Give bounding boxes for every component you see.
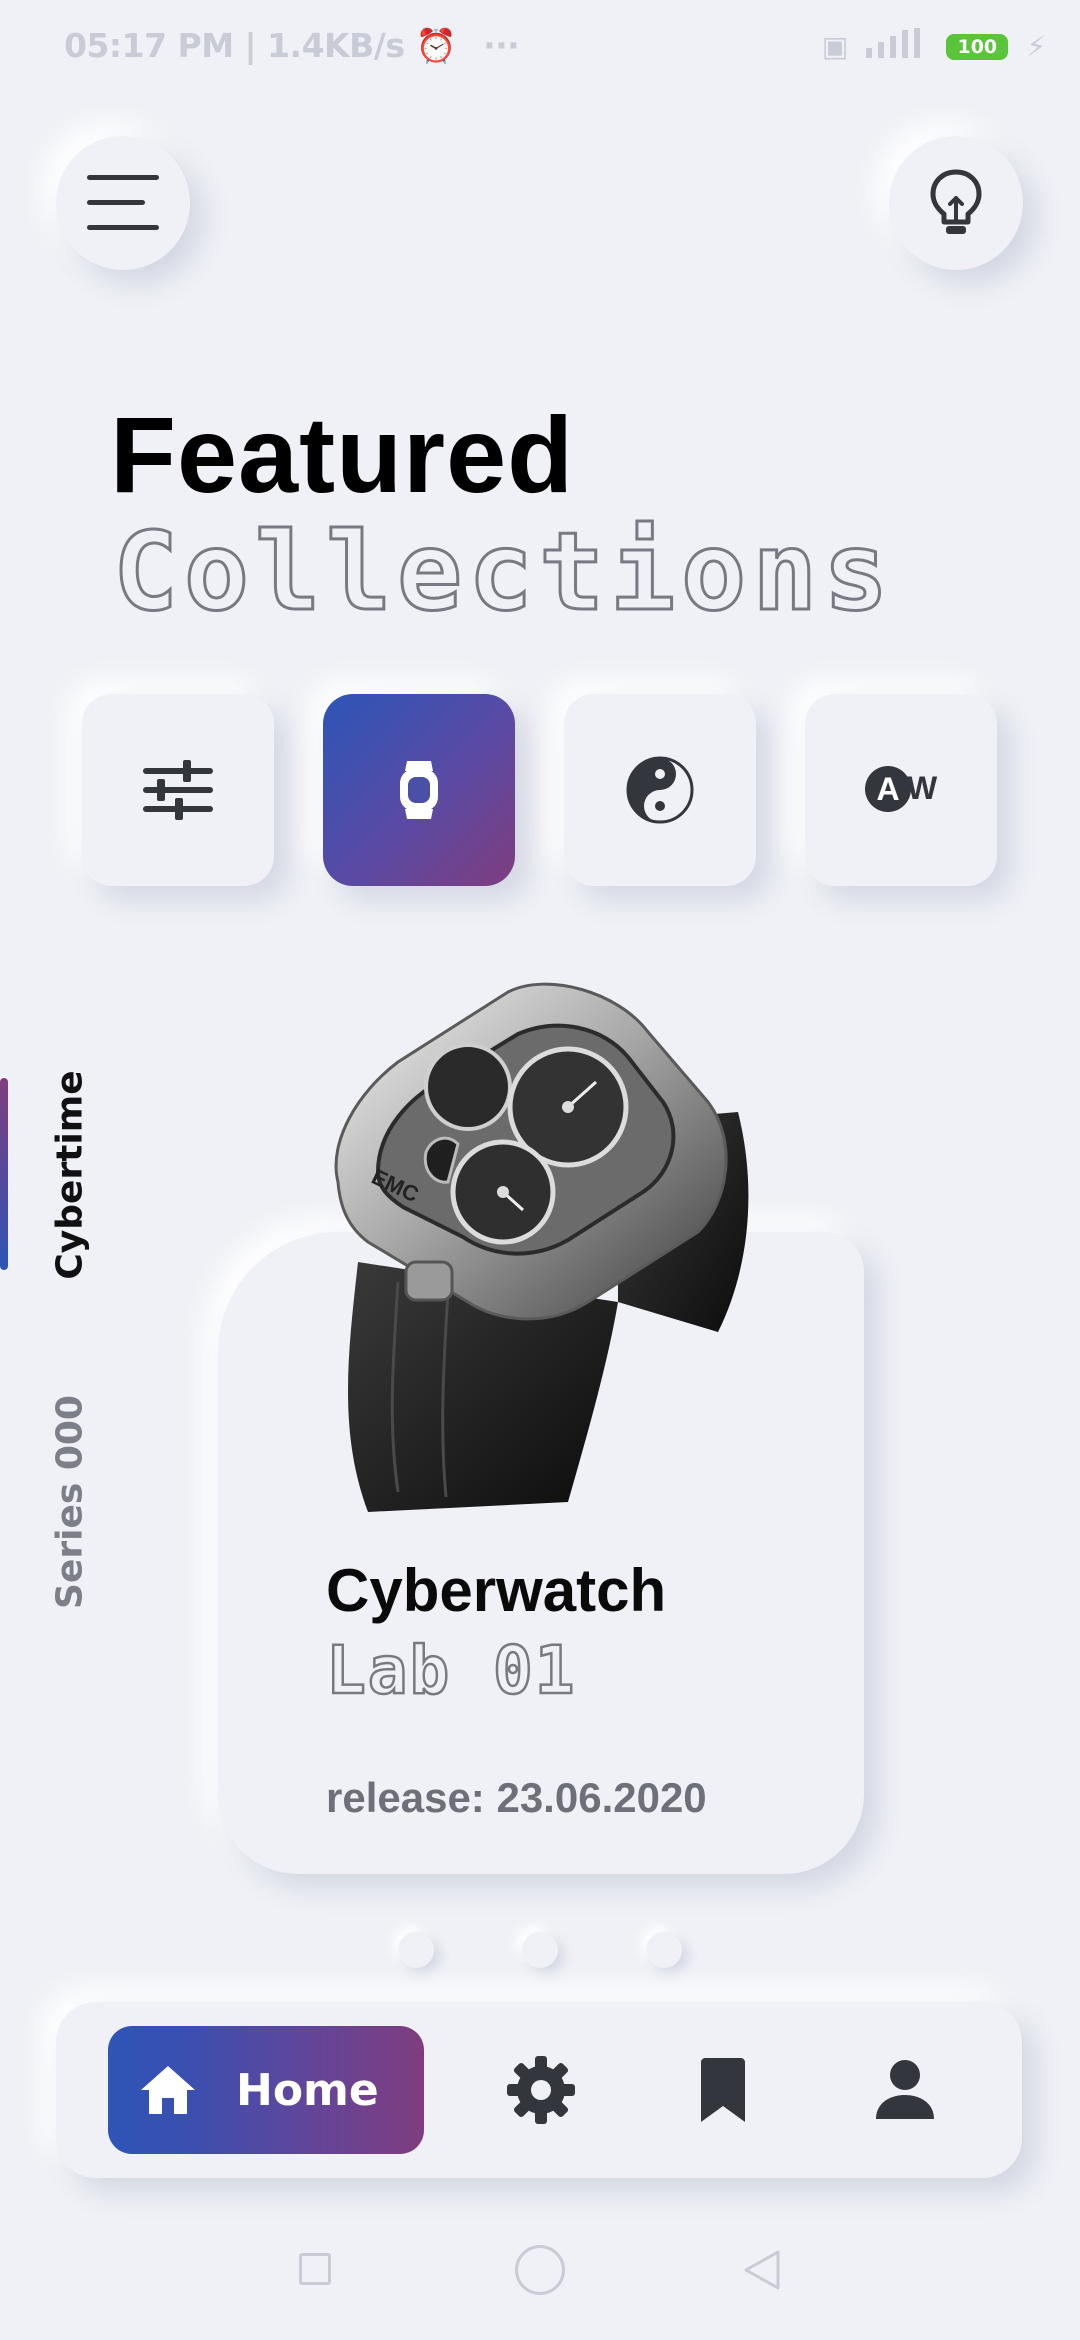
watch-icon bbox=[400, 761, 438, 819]
nav-home-label: Home bbox=[236, 2064, 379, 2116]
yin-yang-icon bbox=[626, 756, 694, 824]
nav-home-button[interactable]: Home bbox=[108, 2026, 424, 2154]
aw-logo-w: W bbox=[907, 770, 938, 806]
side-tab-indicator bbox=[0, 1078, 8, 1270]
side-tab-label: Cybertime bbox=[49, 1070, 91, 1280]
category-yin-yang-button[interactable] bbox=[564, 694, 756, 886]
hamburger-menu-icon bbox=[87, 175, 159, 230]
product-name: Cyberwatch bbox=[326, 1557, 667, 1624]
back-triangle-icon bbox=[744, 2250, 780, 2290]
category-aw-button[interactable]: A W bbox=[805, 694, 997, 886]
pager-dot-1[interactable] bbox=[398, 1932, 434, 1968]
pager-dot-2[interactable] bbox=[522, 1932, 558, 1968]
page-subtitle: Collections bbox=[111, 509, 895, 637]
signal-icon bbox=[866, 28, 928, 65]
sliders-icon bbox=[143, 760, 213, 820]
category-filters-button[interactable] bbox=[82, 694, 274, 886]
circle-icon bbox=[515, 2245, 565, 2295]
product-subtitle: Lab 01 bbox=[325, 1631, 577, 1711]
aw-logo-icon: A W bbox=[861, 760, 941, 820]
aw-logo-a: A bbox=[865, 766, 911, 812]
category-watch-button[interactable] bbox=[323, 694, 515, 886]
nav-bookmark-button[interactable] bbox=[683, 2050, 763, 2130]
charging-icon: ⚡ bbox=[1026, 30, 1046, 63]
pager-dot-3[interactable] bbox=[646, 1932, 682, 1968]
settings-gear-icon bbox=[507, 2056, 575, 2124]
more-dots-icon: ··· bbox=[483, 26, 520, 65]
recent-apps-button[interactable] bbox=[296, 2250, 334, 2288]
nav-profile-button[interactable] bbox=[865, 2050, 945, 2130]
home-system-button[interactable] bbox=[514, 2244, 566, 2296]
bookmark-icon bbox=[701, 2058, 745, 2122]
watch-product-image[interactable]: EMC bbox=[318, 972, 768, 1522]
lightbulb-icon bbox=[930, 169, 982, 234]
alarm-icon: ⏰ bbox=[415, 26, 457, 65]
back-system-button[interactable] bbox=[742, 2250, 782, 2290]
home-icon bbox=[108, 2026, 228, 2154]
menu-button[interactable] bbox=[56, 136, 190, 270]
watch-illustration: EMC bbox=[334, 982, 749, 1512]
user-profile-icon bbox=[876, 2060, 934, 2119]
battery-indicator: 100 bbox=[946, 33, 1009, 60]
product-release-date: release: 23.06.2020 bbox=[326, 1774, 707, 1821]
status-time-speed: 05:17 PM | 1.4KB/s ⏰ ··· bbox=[64, 26, 520, 65]
status-bar: 05:17 PM | 1.4KB/s ⏰ ··· ▣ 100 ⚡ bbox=[0, 0, 1080, 100]
idea-button[interactable] bbox=[889, 136, 1023, 270]
volte-icon: ▣ bbox=[821, 30, 849, 63]
square-icon bbox=[299, 2253, 331, 2285]
status-icons: ▣ 100 ⚡ bbox=[822, 28, 1046, 65]
nav-settings-button[interactable] bbox=[501, 2050, 581, 2130]
side-tab-label: Series 000 bbox=[49, 1395, 91, 1609]
page-title: Featured bbox=[110, 394, 575, 515]
